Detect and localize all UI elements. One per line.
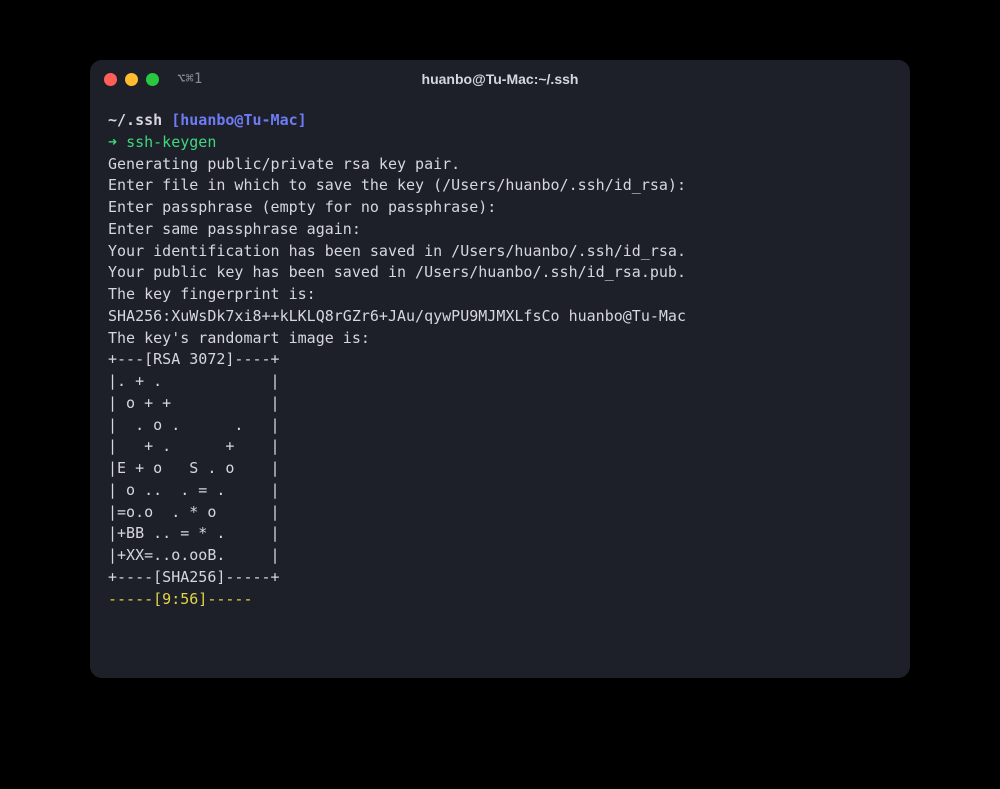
randomart-line: |+XX=..o.ooB. | xyxy=(108,546,280,564)
output-line: Generating public/private rsa key pair. xyxy=(108,155,460,173)
close-icon[interactable] xyxy=(104,73,117,86)
output-line: Your public key has been saved in /Users… xyxy=(108,263,686,281)
command-text: ssh-keygen xyxy=(126,133,216,151)
output-line: Enter file in which to save the key (/Us… xyxy=(108,176,686,194)
randomart-line: |=o.o . * o | xyxy=(108,503,280,521)
maximize-icon[interactable] xyxy=(146,73,159,86)
output-line: Your identification has been saved in /U… xyxy=(108,242,686,260)
randomart-line: +---[RSA 3072]----+ xyxy=(108,350,280,368)
randomart-line: +----[SHA256]-----+ xyxy=(108,568,280,586)
randomart-line: |+BB .. = * . | xyxy=(108,524,280,542)
randomart-line: | o .. . = . | xyxy=(108,481,280,499)
randomart-line: |. + . | xyxy=(108,372,280,390)
randomart-line: | o + + | xyxy=(108,394,280,412)
window-title: huanbo@Tu-Mac:~/.ssh xyxy=(422,71,579,87)
output-line: Enter same passphrase again: xyxy=(108,220,361,238)
prompt-arrow-icon: ➜ xyxy=(108,133,117,151)
output-line: The key's randomart image is: xyxy=(108,329,370,347)
terminal-body[interactable]: ~/.ssh [huanbo@Tu-Mac] ➜ ssh-keygen Gene… xyxy=(90,98,910,678)
minimize-icon[interactable] xyxy=(125,73,138,86)
output-line: Enter passphrase (empty for no passphras… xyxy=(108,198,496,216)
traffic-lights xyxy=(104,73,159,86)
randomart-line: | . o . . | xyxy=(108,416,280,434)
titlebar: ⌥⌘1 huanbo@Tu-Mac:~/.ssh xyxy=(90,60,910,98)
output-line: The key fingerprint is: xyxy=(108,285,316,303)
terminal-window: ⌥⌘1 huanbo@Tu-Mac:~/.ssh ~/.ssh [huanbo@… xyxy=(90,60,910,678)
randomart-line: |E + o S . o | xyxy=(108,459,280,477)
tab-label[interactable]: ⌥⌘1 xyxy=(177,71,202,87)
output-line: SHA256:XuWsDk7xi8++kLKLQ8rGZr6+JAu/qywPU… xyxy=(108,307,686,325)
time-marker: -----[9:56]----- xyxy=(108,590,253,608)
prompt-path: ~/.ssh xyxy=(108,111,162,129)
prompt-user-host: [huanbo@Tu-Mac] xyxy=(171,111,306,129)
randomart-line: | + . + | xyxy=(108,437,280,455)
